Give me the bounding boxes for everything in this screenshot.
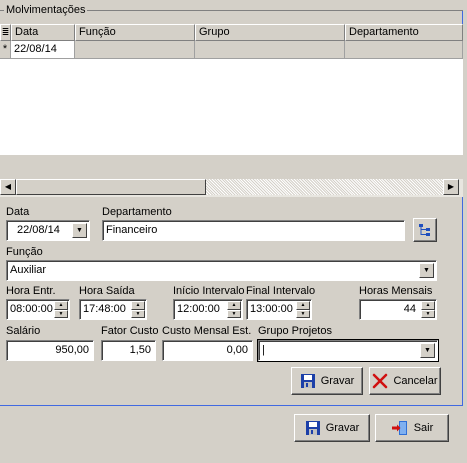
row-indicator: * bbox=[0, 41, 11, 59]
data-date-picker[interactable]: 22/08/14 ▼ bbox=[6, 220, 90, 241]
hora-saida-label: Hora Saída bbox=[79, 285, 135, 297]
exit-door-icon bbox=[391, 421, 407, 435]
inicio-intervalo-label: Início Intervalo bbox=[173, 285, 245, 297]
spin-up-icon[interactable]: ▲ bbox=[54, 301, 68, 310]
data-date-value: 22/08/14 bbox=[17, 224, 60, 236]
close-icon bbox=[373, 373, 388, 389]
table-cell-data[interactable]: 22/08/14 bbox=[11, 41, 75, 59]
gravar-button[interactable]: Gravar bbox=[291, 367, 363, 395]
grupo-projetos-value: | bbox=[262, 344, 265, 356]
custo-mensal-field[interactable]: 0,00 bbox=[162, 340, 253, 361]
save-icon bbox=[300, 374, 315, 388]
chevron-down-icon[interactable]: ▼ bbox=[419, 263, 434, 278]
column-header-grupo[interactable]: Grupo bbox=[195, 24, 345, 41]
movimentacoes-grid[interactable]: ≣ Data Função Grupo Departamento * 22/08… bbox=[0, 24, 463, 197]
spin-up-icon[interactable]: ▲ bbox=[227, 301, 241, 310]
funcao-label: Função bbox=[6, 246, 43, 258]
salario-field[interactable]: 950,00 bbox=[6, 340, 94, 361]
scroll-left-button[interactable]: ◀ bbox=[0, 179, 16, 195]
inicio-intervalo-spinner[interactable]: ▲ ▼ bbox=[227, 301, 241, 318]
sair-button[interactable]: Sair bbox=[375, 414, 449, 442]
chevron-down-icon[interactable]: ▼ bbox=[420, 343, 435, 358]
horas-mensais-spinner[interactable]: ▲ ▼ bbox=[421, 301, 435, 318]
data-label: Data bbox=[6, 206, 30, 218]
final-intervalo-label: Final Intervalo bbox=[246, 285, 316, 297]
table-cell-departamento[interactable] bbox=[345, 41, 463, 59]
tree-icon bbox=[419, 224, 430, 236]
scroll-thumb[interactable] bbox=[16, 179, 206, 195]
gravar-label: Gravar bbox=[320, 375, 355, 387]
column-header-departamento[interactable]: Departamento bbox=[345, 24, 463, 41]
spin-down-icon[interactable]: ▼ bbox=[227, 309, 241, 318]
custo-mensal-label: Custo Mensal Est. bbox=[162, 325, 252, 337]
horizontal-scrollbar[interactable]: ◀ ▶ bbox=[0, 179, 463, 197]
fator-custo-field[interactable]: 1,50 bbox=[101, 340, 156, 361]
spin-down-icon[interactable]: ▼ bbox=[421, 309, 435, 318]
cancelar-button[interactable]: Cancelar bbox=[369, 367, 441, 395]
horas-mensais-field[interactable]: 44 ▲ ▼ bbox=[359, 299, 437, 320]
spin-up-icon[interactable]: ▲ bbox=[296, 301, 310, 310]
hora-entr-label: Hora Entr. bbox=[6, 285, 56, 297]
gravar-outer-button[interactable]: Gravar bbox=[294, 414, 370, 442]
final-intervalo-spinner[interactable]: ▲ ▼ bbox=[296, 301, 310, 318]
column-header-funcao[interactable]: Função bbox=[75, 24, 195, 41]
cancelar-label: Cancelar bbox=[393, 375, 438, 387]
fator-custo-label: Fator Custo bbox=[101, 325, 159, 337]
hora-entr-field[interactable]: 08:00:00 ▲ ▼ bbox=[6, 299, 70, 320]
sair-label: Sair bbox=[413, 422, 434, 434]
column-header-data[interactable]: Data bbox=[11, 24, 75, 41]
gravar-outer-label: Gravar bbox=[325, 422, 360, 434]
spin-up-icon[interactable]: ▲ bbox=[421, 301, 435, 310]
grupo-projetos-select[interactable]: | ▼ bbox=[257, 339, 439, 362]
final-intervalo-field[interactable]: 13:00:00 ▲ ▼ bbox=[246, 299, 312, 320]
table-cell-grupo[interactable] bbox=[195, 41, 345, 59]
final-intervalo-value: 13:00:00 bbox=[250, 303, 293, 315]
departamento-lookup-button[interactable] bbox=[413, 218, 437, 242]
grupo-projetos-label: Grupo Projetos bbox=[258, 325, 332, 337]
hora-saida-value: 17:48:00 bbox=[83, 303, 126, 315]
hora-entr-spinner[interactable]: ▲ ▼ bbox=[54, 301, 68, 318]
grid-indicator-header: ≣ bbox=[0, 24, 11, 41]
scroll-right-button[interactable]: ▶ bbox=[443, 179, 459, 195]
list-icon: ≣ bbox=[1, 27, 10, 37]
departamento-label: Departamento bbox=[102, 206, 172, 218]
spin-down-icon[interactable]: ▼ bbox=[54, 309, 68, 318]
chevron-down-icon[interactable]: ▼ bbox=[72, 223, 87, 238]
spin-up-icon[interactable]: ▲ bbox=[131, 301, 145, 310]
groupbox-title: Molvimentações bbox=[4, 4, 88, 16]
funcao-select[interactable]: Auxiliar ▼ bbox=[6, 260, 437, 281]
arrow-right-icon: ▶ bbox=[447, 182, 455, 191]
arrow-left-icon: ◀ bbox=[4, 182, 12, 191]
save-icon bbox=[305, 421, 320, 435]
departamento-field[interactable]: Financeiro bbox=[102, 220, 405, 241]
inicio-intervalo-field[interactable]: 12:00:00 ▲ ▼ bbox=[173, 299, 243, 320]
salario-label: Salário bbox=[6, 325, 41, 337]
hora-saida-field[interactable]: 17:48:00 ▲ ▼ bbox=[79, 299, 147, 320]
spin-down-icon[interactable]: ▼ bbox=[296, 309, 310, 318]
scroll-track[interactable] bbox=[206, 179, 443, 195]
funcao-value: Auxiliar bbox=[10, 264, 47, 276]
inicio-intervalo-value: 12:00:00 bbox=[177, 303, 220, 315]
spin-down-icon[interactable]: ▼ bbox=[131, 309, 145, 318]
hora-entr-value: 08:00:00 bbox=[10, 303, 53, 315]
table-cell-funcao[interactable] bbox=[75, 41, 195, 59]
horas-mensais-label: Horas Mensais bbox=[359, 285, 433, 297]
hora-saida-spinner[interactable]: ▲ ▼ bbox=[131, 301, 145, 318]
horas-mensais-value: 44 bbox=[403, 303, 416, 315]
